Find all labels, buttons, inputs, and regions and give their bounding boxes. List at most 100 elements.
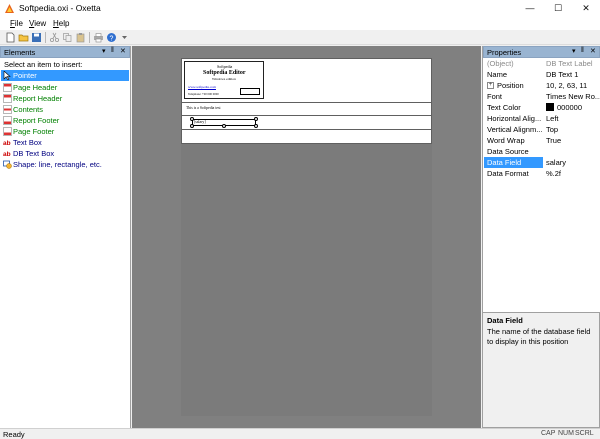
prop-value[interactable]: DB Text 1 xyxy=(546,69,600,80)
element-page-footer[interactable]: Page Footer xyxy=(1,126,129,137)
close-panel-icon[interactable]: ✕ xyxy=(120,47,126,55)
new-file-icon[interactable] xyxy=(5,32,16,43)
element-contents[interactable]: Contents xyxy=(1,104,129,115)
pin-icon[interactable]: ‖ xyxy=(581,47,584,54)
prop-name: Vertical Alignm... xyxy=(487,125,543,134)
maximize-button[interactable]: ☐ xyxy=(544,0,572,17)
page-footer-band[interactable] xyxy=(181,129,432,144)
prop-name: Position xyxy=(497,81,524,90)
pointer-icon xyxy=(3,71,11,80)
header-title: Softpedia Editor xyxy=(203,70,246,76)
save-icon[interactable] xyxy=(31,32,42,43)
resize-handle[interactable] xyxy=(254,117,258,121)
toolbar-separator xyxy=(45,32,46,43)
svg-text:ab: ab xyxy=(3,151,11,158)
elements-hint: Select an item to insert: xyxy=(4,60,83,69)
prop-text-color[interactable]: Text Color 000000 xyxy=(484,102,600,113)
copy-icon[interactable] xyxy=(62,32,73,43)
prop-word-wrap[interactable]: Word Wrap True xyxy=(484,135,600,146)
prop-horizontal-alignment[interactable]: Horizontal Alig... Left xyxy=(484,113,600,124)
prop-position[interactable]: + Position 10, 2, 63, 11 xyxy=(484,80,600,91)
open-folder-icon[interactable] xyxy=(18,32,29,43)
pin-icon[interactable]: ‖ xyxy=(111,47,114,54)
window-title: Softpedia.oxi - Oxetta xyxy=(19,3,101,13)
page-header-icon xyxy=(3,83,12,92)
prop-data-source[interactable]: Data Source xyxy=(484,146,600,157)
element-label: Text Box xyxy=(13,138,42,147)
prop-value[interactable]: %.2f xyxy=(546,168,600,179)
header-image-placeholder[interactable] xyxy=(240,88,260,95)
prop-value[interactable]: True xyxy=(546,135,600,146)
panel-options-icon[interactable]: ▾ xyxy=(572,47,576,55)
element-label: Report Footer xyxy=(13,116,60,125)
prop-name-row[interactable]: Name DB Text 1 xyxy=(484,69,600,80)
prop-font[interactable]: Font Times New Ro... xyxy=(484,91,600,102)
db-text-band[interactable]: [salary] xyxy=(181,115,432,130)
close-panel-icon[interactable]: ✕ xyxy=(590,47,596,55)
data-field-input[interactable]: salary xyxy=(546,157,600,168)
elements-panel-header: Elements ▾ ‖ ✕ xyxy=(0,46,130,58)
resize-handle[interactable] xyxy=(254,124,258,128)
title-bar: Softpedia.oxi - Oxetta — ☐ ✕ xyxy=(0,0,600,17)
properties-panel-title: Properties xyxy=(487,48,522,57)
header-logo-box[interactable]: Softpedia Softpedia Editor Windows editi… xyxy=(184,61,264,99)
text-box-icon: ab xyxy=(3,140,11,147)
description-text: The name of the database field to displa… xyxy=(487,327,591,346)
close-button[interactable]: ✕ xyxy=(572,0,600,17)
element-db-text-box[interactable]: ab DB Text Box xyxy=(1,148,129,159)
element-page-header[interactable]: Page Header xyxy=(1,82,129,93)
menu-help-rest: elp xyxy=(58,19,70,28)
element-report-header[interactable]: Report Header xyxy=(1,93,129,104)
element-pointer[interactable]: Pointer xyxy=(1,70,129,81)
prop-name: Word Wrap xyxy=(487,136,525,145)
prop-data-field[interactable]: Data Field salary xyxy=(484,157,600,168)
header-phone: Telephone: +00 000 0000 xyxy=(188,92,219,96)
element-label: Shape: line, rectangle, etc. xyxy=(13,160,102,169)
page-header-band[interactable]: Softpedia Softpedia Editor Windows editi… xyxy=(181,58,432,103)
design-canvas[interactable]: Softpedia Softpedia Editor Windows editi… xyxy=(132,46,481,428)
menu-help[interactable]: Help xyxy=(53,19,69,28)
property-description: Data Field The name of the database fiel… xyxy=(482,312,600,428)
print-icon[interactable] xyxy=(93,32,104,43)
prop-value[interactable]: Top xyxy=(546,124,600,135)
prop-value[interactable]: 10, 2, 63, 11 xyxy=(546,80,600,91)
contents-band[interactable]: This is a Softpedia test xyxy=(181,102,432,116)
help-icon[interactable]: ? xyxy=(106,32,117,43)
prop-object[interactable]: (Object) DB Text Label xyxy=(484,58,600,69)
status-bar: Ready CAP NUM SCRL xyxy=(0,428,600,439)
svg-text:ab: ab xyxy=(3,140,11,147)
element-label: Page Footer xyxy=(13,127,55,136)
prop-value[interactable]: Left xyxy=(546,113,600,124)
minimize-button[interactable]: — xyxy=(516,0,544,17)
resize-handle[interactable] xyxy=(222,124,226,128)
panel-options-icon[interactable]: ▾ xyxy=(102,47,106,55)
element-shape[interactable]: Shape: line, rectangle, etc. xyxy=(1,159,129,170)
toolbar-overflow-icon[interactable] xyxy=(119,32,130,43)
prop-name: Data Field xyxy=(484,157,543,168)
element-report-footer[interactable]: Report Footer xyxy=(1,115,129,126)
toolbar-separator-2 xyxy=(89,32,90,43)
report-footer-icon xyxy=(3,116,12,125)
paste-icon[interactable] xyxy=(75,32,86,43)
prop-value[interactable]: Times New Ro... xyxy=(546,91,600,102)
prop-data-format[interactable]: Data Format %.2f xyxy=(484,168,600,179)
color-hex: 000000 xyxy=(557,103,583,112)
expand-icon[interactable]: + xyxy=(487,82,494,89)
content-text-box[interactable]: This is a Softpedia test xyxy=(186,106,221,110)
prop-name: Horizontal Alig... xyxy=(487,114,542,123)
shape-icon xyxy=(3,160,12,169)
resize-handle[interactable] xyxy=(190,117,194,121)
menu-bar: File View Help xyxy=(0,17,600,30)
menu-file[interactable]: File xyxy=(10,19,23,28)
prop-vertical-alignment[interactable]: Vertical Alignm... Top xyxy=(484,124,600,135)
menu-view[interactable]: View xyxy=(29,19,46,28)
status-text: Ready xyxy=(3,430,25,439)
cut-icon[interactable] xyxy=(49,32,60,43)
element-text-box[interactable]: ab Text Box xyxy=(1,137,129,148)
prop-value: DB Text Label xyxy=(546,59,593,68)
prop-value-color[interactable]: 000000 xyxy=(546,102,600,113)
resize-handle[interactable] xyxy=(190,124,194,128)
elements-panel: Elements ▾ ‖ ✕ Select an item to insert:… xyxy=(0,46,131,428)
prop-name: Data Format xyxy=(487,169,529,178)
report-page[interactable]: Softpedia Softpedia Editor Windows editi… xyxy=(181,58,432,416)
